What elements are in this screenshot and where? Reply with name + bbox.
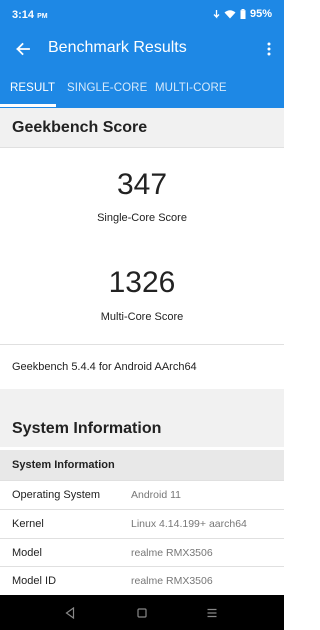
single-core-label: Single-Core Score (97, 212, 187, 224)
row-value: Linux 4.14.199+ aarch64 (131, 518, 247, 530)
alarm-icon (213, 10, 220, 19)
back-button[interactable] (10, 36, 36, 62)
table-row: Kernel Linux 4.14.199+ aarch64 (0, 510, 284, 538)
system-info-header: System Information (0, 410, 284, 448)
active-tab-indicator (0, 104, 56, 107)
battery-icon (240, 9, 246, 19)
row-value: Android 11 (131, 489, 182, 501)
row-key: Operating System (12, 489, 101, 501)
tab-bar: RESULT SINGLE-CORE MULTI-CORE (0, 68, 284, 108)
table-row: Model realme RMX3506 (0, 539, 284, 567)
row-key: Model ID (12, 575, 57, 587)
wifi-icon (224, 10, 236, 19)
square-home-icon (137, 608, 147, 618)
menu-lines-icon (207, 608, 217, 618)
triangle-back-icon (65, 607, 75, 619)
row-value: realme RMX3506 (131, 547, 213, 559)
single-core-score: 347 (116, 168, 168, 201)
nav-home-button[interactable] (132, 603, 152, 623)
status-icons: 95% (213, 8, 272, 20)
row-value: realme RMX3506 (131, 575, 213, 587)
row-key: Kernel (12, 518, 44, 530)
geekbench-score-header: Geekbench Score (0, 108, 284, 148)
nav-recents-button[interactable] (202, 603, 222, 623)
battery-percent: 95% (249, 8, 272, 20)
multi-core-label: Multi-Core Score (100, 311, 184, 323)
table-row: Operating System Android 11 (0, 481, 284, 509)
tab-multi-core[interactable]: MULTI-CORE (155, 68, 227, 108)
app-bar: Benchmark Results (0, 32, 284, 68)
table-row: Model ID realme RMX3506 (0, 567, 284, 595)
score-card: 347 Single-Core Score 1326 Multi-Core Sc… (0, 148, 284, 344)
geekbench-score-title: Geekbench Score (12, 119, 148, 136)
nav-back-button[interactable] (60, 603, 80, 623)
more-vertical-icon (267, 42, 271, 56)
more-options-button[interactable] (258, 36, 280, 62)
tab-result[interactable]: RESULT (10, 68, 55, 108)
status-bar: 3:14 PM 95% (0, 0, 284, 32)
page-title: Benchmark Results (48, 39, 187, 56)
arrow-left-icon (16, 42, 30, 56)
status-time-ampm: PM (37, 13, 48, 20)
geekbench-version: Geekbench 5.4.4 for Android AArch64 (0, 345, 284, 389)
system-nav-bar (0, 595, 284, 630)
status-time: 3:14 PM (12, 9, 48, 21)
multi-core-score: 1326 (108, 266, 176, 299)
tab-single-core[interactable]: SINGLE-CORE (67, 68, 147, 108)
system-info-subheader: System Information (0, 450, 284, 480)
system-info-title: System Information (12, 420, 162, 437)
status-time-value: 3:14 (12, 9, 35, 21)
row-key: Model (12, 547, 42, 559)
